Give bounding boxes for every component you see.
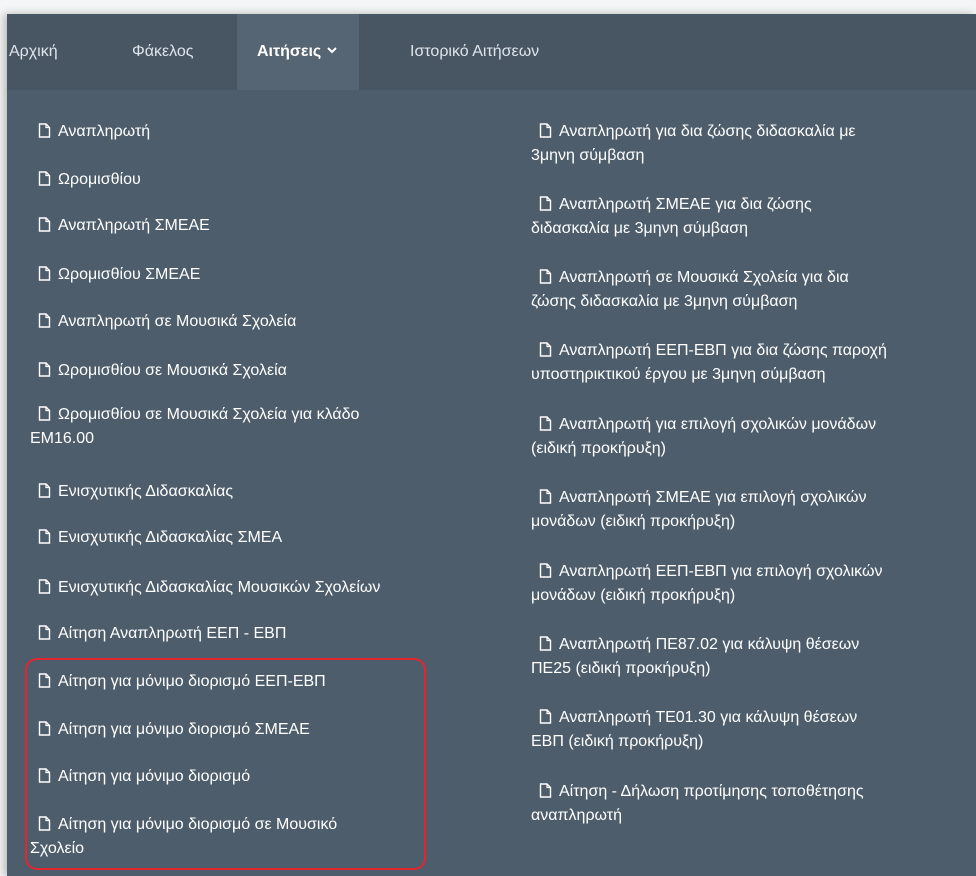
- file-icon: [38, 171, 51, 193]
- menu-item-label: (ειδική προκήρυξη): [531, 440, 666, 457]
- nav-home-label: Αρχική: [9, 43, 58, 60]
- menu-item-label: Αναπληρωτή ΤΕ01.30 για κάλυψη θέσεων: [559, 709, 858, 726]
- menu-item-label: Αναπληρωτή ΕΕΠ-ΕΒΠ για επιλογή σχολικών: [559, 563, 883, 580]
- nav-home[interactable]: Αρχική: [9, 14, 58, 90]
- menu-item-label: ζώσης διδασκαλία με 3μηνη σύμβαση: [531, 293, 798, 310]
- nav-applications[interactable]: Αιτήσεις: [237, 12, 360, 90]
- menu-item-label: 3μηνη σύμβαση: [531, 147, 645, 164]
- menu-item-label: Αναπληρωτή ΣΜΕΑΕ για δια ζώσης: [559, 196, 812, 213]
- file-icon: [539, 123, 552, 145]
- file-icon: [539, 563, 552, 585]
- menu-item-label: Αναπληρωτή ΕΕΠ-ΕΒΠ για δια ζώσης παροχή: [559, 342, 887, 359]
- app-frame: Αρχική Φάκελος Αιτήσεις Ιστορικό Αιτήσεω…: [7, 14, 976, 876]
- menu-item-label: Αίτηση Αναπληρωτή ΕΕΠ - ΕΒΠ: [58, 625, 287, 642]
- menu-item-label: Ενισχυτικής Διδασκαλίας ΣΜΕΑ: [58, 529, 283, 546]
- menu-item-label: Αναπληρωτή ΣΜΕΑΕ: [58, 217, 210, 234]
- menu-item-label: αναπληρωτή: [531, 807, 623, 824]
- file-icon: [38, 483, 51, 505]
- file-icon: [539, 709, 552, 731]
- menu-item-label: Αναπληρωτή σε Μουσικά Σχολεία: [58, 313, 297, 330]
- file-icon: [38, 217, 51, 239]
- menu-item-left-5[interactable]: Αναπληρωτή σε Μουσικά Σχολεία: [30, 311, 296, 335]
- menu-item-label: Ωρομισθίου: [58, 171, 141, 188]
- menu-item-label: Ωρομισθίου σε Μουσικά Σχολεία για κλάδο: [58, 406, 360, 423]
- menu-item-left-8[interactable]: Ενισχυτικής Διδασκαλίας: [30, 481, 233, 505]
- menu-item-right-9[interactable]: Αναπληρωτή ΤΕ01.30 για κάλυψη θέσεων ΕΒΠ …: [531, 707, 857, 753]
- menu-item-label: Αναπληρωτή σε Μουσικά Σχολεία για δια: [559, 269, 849, 286]
- menu-item-label: Αναπληρωτή: [58, 123, 151, 140]
- menu-item-label: Αναπληρωτή ΣΜΕΑΕ για επιλογή σχολικών: [559, 489, 867, 506]
- menu-item-right-2[interactable]: Αναπληρωτή ΣΜΕΑΕ για δια ζώσης διδασκαλία…: [531, 194, 812, 240]
- menu-item-label: Αναπληρωτή ΠΕ87.02 για κάλυψη θέσεων: [559, 636, 860, 653]
- menu-item-right-6[interactable]: Αναπληρωτή ΣΜΕΑΕ για επιλογή σχολικών μον…: [531, 487, 867, 533]
- chevron-down-icon: [327, 12, 337, 88]
- file-icon: [539, 489, 552, 511]
- menu-item-label: ΠΕ25 (ειδική προκήρυξη): [531, 660, 711, 677]
- file-icon: [539, 269, 552, 291]
- menu-item-left-2[interactable]: Ωρομισθίου: [30, 169, 141, 193]
- menu-item-right-10[interactable]: Αίτηση - Δήλωση προτίμησης τοποθέτησης αν…: [531, 781, 864, 827]
- file-icon: [38, 625, 51, 647]
- menu-item-label: Αίτηση - Δήλωση προτίμησης τοποθέτησης: [559, 783, 864, 800]
- menu-item-label: Ενισχυτικής Διδασκαλίας Μουσικών Σχολείω…: [58, 579, 381, 596]
- nav-applications-label: Αιτήσεις: [257, 43, 322, 61]
- nav-folder-label: Φάκελος: [132, 43, 194, 60]
- file-icon: [38, 529, 51, 551]
- menu-item-label: Αναπληρωτή για επιλογή σχολικών μονάδων: [559, 416, 877, 433]
- menu-item-label: ΕΜ16.00: [30, 430, 95, 447]
- highlight-box: [25, 658, 426, 870]
- menu-item-label: Ωρομισθίου ΣΜΕΑΕ: [58, 266, 201, 283]
- file-icon: [539, 416, 552, 438]
- menu-item-label: ΕΒΠ (ειδική προκήρυξη): [531, 733, 704, 750]
- menu-item-label: μονάδων (ειδική προκήρυξη): [531, 587, 736, 604]
- menu-item-left-3[interactable]: Αναπληρωτή ΣΜΕΑΕ: [30, 215, 210, 239]
- menu-item-left-9[interactable]: Ενισχυτικής Διδασκαλίας ΣΜΕΑ: [30, 527, 282, 551]
- menu-item-label: υποστηρικτικού έργου με 3μηνη σύμβαση: [531, 366, 826, 383]
- menu-item-left-1[interactable]: Αναπληρωτή: [30, 121, 150, 145]
- file-icon: [38, 123, 51, 145]
- menu-item-left-7[interactable]: Ωρομισθίου σε Μουσικά Σχολεία για κλάδο Ε…: [30, 404, 359, 450]
- menu-item-label: μονάδων (ειδική προκήρυξη): [531, 513, 736, 530]
- nav-history-label: Ιστορικό Αιτήσεων: [410, 43, 540, 60]
- menu-item-left-10[interactable]: Ενισχυτικής Διδασκαλίας Μουσικών Σχολείω…: [30, 577, 380, 601]
- menu-item-right-5[interactable]: Αναπληρωτή για επιλογή σχολικών μονάδων (…: [531, 414, 876, 460]
- menu-item-right-8[interactable]: Αναπληρωτή ΠΕ87.02 για κάλυψη θέσεων ΠΕ25…: [531, 634, 859, 680]
- menu-item-label: Ωρομισθίου σε Μουσικά Σχολεία: [58, 362, 287, 379]
- menu-item-label: Ενισχυτικής Διδασκαλίας: [58, 483, 234, 500]
- menu-item-right-7[interactable]: Αναπληρωτή ΕΕΠ-ΕΒΠ για επιλογή σχολικών μ…: [531, 561, 882, 607]
- nav-folder[interactable]: Φάκελος: [132, 14, 194, 90]
- file-icon: [38, 362, 51, 384]
- file-icon: [38, 313, 51, 335]
- file-icon: [539, 196, 552, 218]
- file-icon: [38, 579, 51, 601]
- menu-item-left-6[interactable]: Ωρομισθίου σε Μουσικά Σχολεία: [30, 360, 287, 384]
- menu-item-right-3[interactable]: Αναπληρωτή σε Μουσικά Σχολεία για δια ζώσ…: [531, 267, 849, 313]
- file-icon: [38, 266, 51, 288]
- file-icon: [539, 636, 552, 658]
- menu-item-right-1[interactable]: Αναπληρωτή για δια ζώσης διδασκαλία με 3μ…: [531, 121, 856, 167]
- menu-item-right-4[interactable]: Αναπληρωτή ΕΕΠ-ΕΒΠ για δια ζώσης παροχή υ…: [531, 340, 887, 386]
- menu-item-left-11[interactable]: Αίτηση Αναπληρωτή ΕΕΠ - ΕΒΠ: [30, 623, 286, 647]
- menu-item-label: διδασκαλία με 3μηνη σύμβαση: [531, 220, 749, 237]
- menu-item-left-4[interactable]: Ωρομισθίου ΣΜΕΑΕ: [30, 264, 200, 288]
- file-icon: [539, 342, 552, 364]
- nav-history[interactable]: Ιστορικό Αιτήσεων: [410, 14, 539, 90]
- navbar: Αρχική Φάκελος Αιτήσεις Ιστορικό Αιτήσεω…: [7, 14, 976, 90]
- file-icon: [539, 783, 552, 805]
- menu-item-label: Αναπληρωτή για δια ζώσης διδασκαλία με: [559, 123, 856, 140]
- file-icon: [38, 406, 51, 428]
